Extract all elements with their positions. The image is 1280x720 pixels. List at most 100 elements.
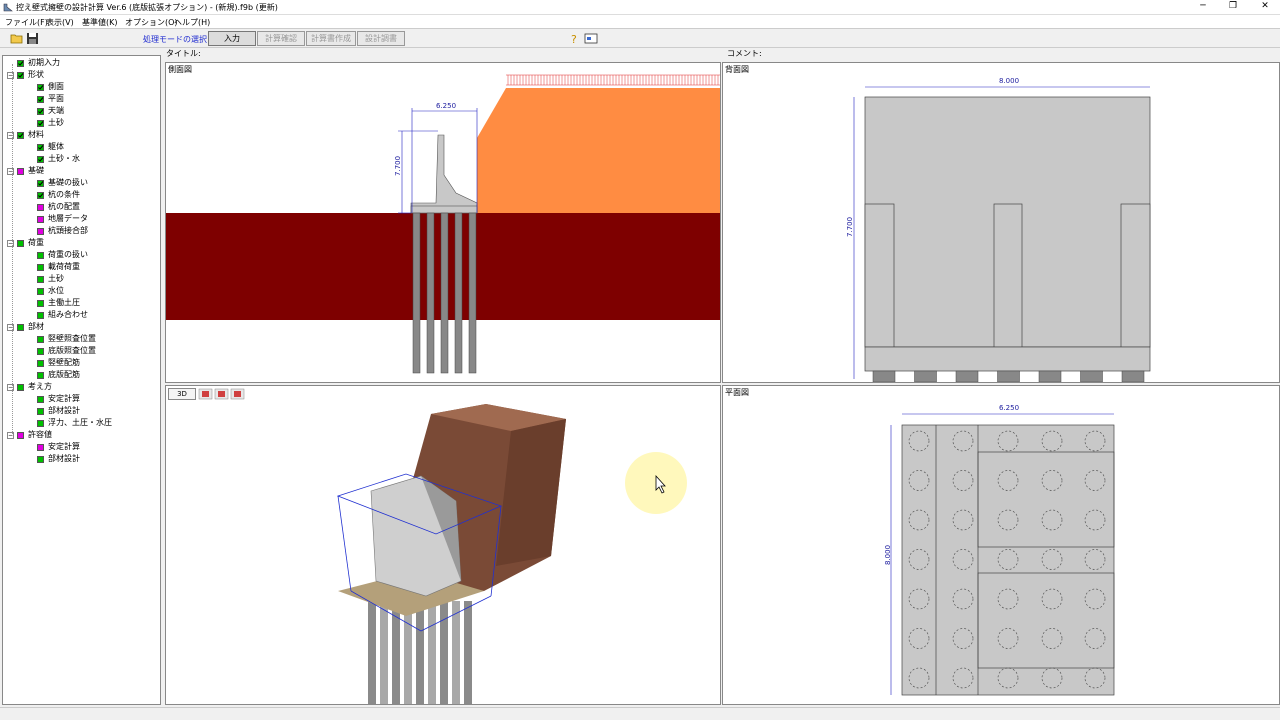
status-check-icon [37,275,44,283]
menu-help[interactable]: ヘルプ(H) [174,17,210,28]
comment-header: コメント: [727,48,1277,62]
tree-item[interactable]: 組み合わせ [37,309,88,321]
close-button[interactable]: ✕ [1250,0,1280,14]
status-check-icon [37,83,44,91]
pile-head [1121,370,1145,382]
status-check-icon [37,299,44,307]
front-width-dim: 8.000 [999,77,1019,85]
tree-item[interactable]: 浮力、土圧・水圧 [37,417,112,429]
status-check-icon [37,191,44,199]
tree-item-label: 天端 [48,106,64,115]
pile [454,212,463,374]
tree-item-label: 載荷荷重 [48,262,80,271]
plan-width-dim: 6.250 [999,404,1019,412]
status-check-icon [17,431,24,439]
tree-item[interactable]: 平面 [37,93,64,105]
open-folder-icon[interactable] [10,32,23,45]
status-check-icon [37,287,44,295]
front-view-pane[interactable]: 背面図 8.000 7.700 [722,62,1280,383]
side-view-drawing: 6.250 7.700 [166,74,720,374]
mode-input-button[interactable]: 入力 [208,31,256,46]
menu-standard[interactable]: 基準値(K) [82,17,118,28]
tree-item-label: 組み合わせ [48,310,88,319]
menu-options[interactable]: オプション(O) [125,17,178,28]
view-3d-pane[interactable] [165,385,721,705]
pile [426,212,435,374]
tree-item[interactable]: 部材設計 [37,405,80,417]
tree-item-label: 主働土圧 [48,298,80,307]
pile [468,212,477,374]
status-check-icon [37,155,44,163]
tree-item[interactable]: 底版配筋 [37,369,80,381]
tree-item[interactable]: 杭の配置 [37,201,80,213]
status-check-icon [37,455,44,463]
mode-check-button[interactable]: 計算確認 [257,31,305,46]
tree-item[interactable]: 杭頭接合部 [37,225,88,237]
tree-item[interactable]: 水位 [37,285,64,297]
help-icon[interactable]: ? [568,32,581,45]
tree-item[interactable]: 安定計算 [37,393,80,405]
restore-button[interactable]: ❐ [1218,0,1248,14]
mode-summary-button[interactable]: 設計調書 [357,31,405,46]
pile-3d [416,601,424,704]
tree-item-label: 竪壁照査位置 [48,334,96,343]
pile-head [914,370,937,382]
tree-item[interactable]: 初期入力 [7,57,60,69]
buttress-right [1120,203,1151,348]
tree-item[interactable]: 地層データ [37,213,88,225]
3d-view-icons [198,388,245,400]
tree-item[interactable]: 竪壁配筋 [37,357,80,369]
side-view-pane[interactable]: 側面図 6.250 7.700 [165,62,721,383]
tree-item[interactable]: 部材設計 [37,453,80,465]
info-card-icon[interactable] [584,32,598,45]
3d-piles [368,601,472,704]
tree-item-label: 荷重 [28,238,44,247]
tree-item-label: 平面 [48,94,64,103]
tree-item-label: 底版配筋 [48,370,80,379]
tree-item[interactable]: 土砂 [37,117,64,129]
tree-item-label: 考え方 [28,382,52,391]
tree-item[interactable]: 側面 [37,81,64,93]
tree-item[interactable]: 荷重の扱い [37,249,88,261]
status-check-icon [37,227,44,235]
pile-3d [440,601,448,704]
tree-item-label: 水位 [48,286,64,295]
mode-select-label: 処理モードの選択 [143,35,207,44]
tree-item[interactable]: 杭の条件 [37,189,80,201]
status-check-icon [17,323,24,331]
view-3d-button[interactable]: 3D [168,388,196,400]
window-title: 控え壁式擁壁の設計計算 Ver.6 (底版拡張オプション) - (新規).f9b… [16,3,278,12]
tree-item-label: 部材設計 [48,454,80,463]
status-check-icon [37,203,44,211]
pile-3d [428,601,436,704]
status-check-icon [17,239,24,247]
tree-item[interactable]: − 許容値 [7,429,52,441]
pile [440,212,449,374]
tree-item[interactable]: 底版照査位置 [37,345,96,357]
tree-item[interactable]: 基礎の扱い [37,177,88,189]
tree-item[interactable]: 天端 [37,105,64,117]
svg-text:?: ? [571,33,577,45]
pile [412,212,421,374]
tree-item[interactable]: 土砂・水 [37,153,80,165]
minimize-button[interactable]: ─ [1188,0,1218,14]
tree-item[interactable]: 載荷荷重 [37,261,80,273]
mode-report-button[interactable]: 計算書作成 [306,31,356,46]
cube-icon-1 [202,391,209,397]
tree-item-label: 杭の配置 [48,202,80,211]
menu-file[interactable]: ファイル(F) [5,17,48,28]
tree-item[interactable]: 躯体 [37,141,64,153]
front-base-slab [864,346,1151,372]
status-check-icon [37,215,44,223]
save-icon[interactable] [26,32,39,45]
plan-view-pane[interactable]: 平面図 6.250 8.000 [722,385,1280,705]
tree-item[interactable]: − 考え方 [7,381,52,393]
tree-item[interactable]: 安定計算 [37,441,80,453]
pile-head [955,370,979,382]
tree-connector [12,64,13,434]
pile-3d [464,601,472,704]
tree-item[interactable]: 土砂 [37,273,64,285]
tree-item[interactable]: 主働土圧 [37,297,80,309]
menu-view[interactable]: 表示(V) [46,17,74,28]
tree-item[interactable]: 竪壁照査位置 [37,333,96,345]
